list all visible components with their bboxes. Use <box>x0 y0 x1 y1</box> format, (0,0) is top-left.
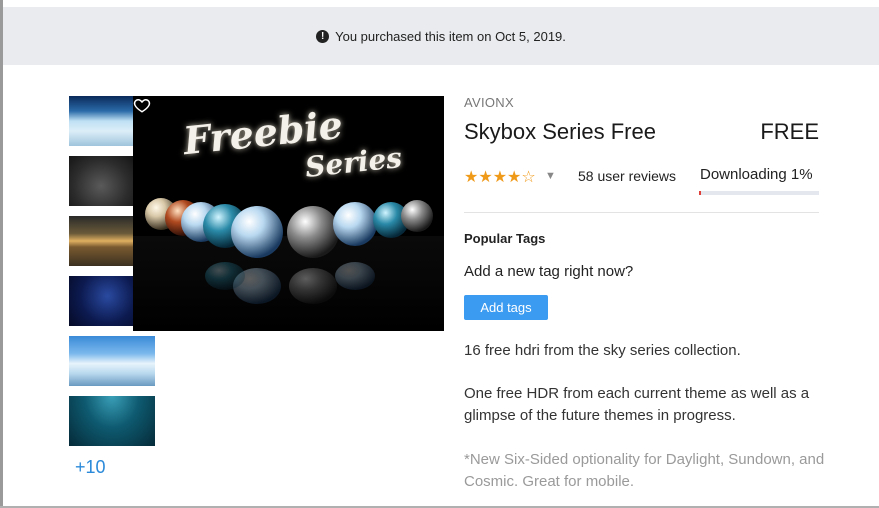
star-outline-icon: ☆ <box>521 169 536 186</box>
product-title: Skybox Series Free <box>464 119 656 144</box>
description-summary: 16 free hdri from the sky series collect… <box>464 342 741 359</box>
thumbnail-sunset[interactable] <box>69 216 133 266</box>
description-body: One free HDR from each current theme as … <box>464 385 810 424</box>
popular-tags-heading: Popular Tags <box>464 231 546 246</box>
heart-icon[interactable] <box>133 96 151 114</box>
add-tag-prompt: Add a new tag right now? <box>464 263 634 280</box>
user-reviews-link[interactable]: 58 user reviews <box>578 168 676 184</box>
price-label: FREE <box>760 119 819 144</box>
star-icon: ★ <box>464 169 479 186</box>
description-note: *New Six-Sided optionality for Daylight,… <box>464 451 825 490</box>
thumbnail-dark-clouds[interactable] <box>69 156 133 206</box>
star-icon: ★ <box>492 169 508 186</box>
rating-stars: ★★★★☆ <box>464 167 536 187</box>
hero-image[interactable]: Freebie Series <box>133 96 444 331</box>
thumbnail-daylight[interactable] <box>69 336 155 386</box>
window-left-border <box>0 0 3 508</box>
chevron-down-icon[interactable]: ▼ <box>545 170 556 182</box>
purchase-notice-text: You purchased this item on Oct 5, 2019. <box>335 28 566 44</box>
more-media-link[interactable]: +10 <box>75 457 106 478</box>
thumbnail-sky-clouds[interactable] <box>69 96 133 146</box>
publisher-name[interactable]: AVIONX <box>464 95 514 110</box>
download-progress-fill <box>699 191 701 195</box>
purchase-notice-bar: ! You purchased this item on Oct 5, 2019… <box>3 7 879 65</box>
section-divider <box>464 212 819 213</box>
star-icon: ★ <box>507 169 522 186</box>
thumbnail-underwater[interactable] <box>69 396 155 446</box>
thumbnail-cosmic[interactable] <box>69 276 133 326</box>
add-tags-button[interactable]: Add tags <box>464 295 548 320</box>
download-status: Downloading 1% <box>700 166 813 183</box>
star-icon: ★ <box>478 169 493 186</box>
info-icon: ! <box>316 29 330 43</box>
download-progress-bar <box>699 191 819 195</box>
